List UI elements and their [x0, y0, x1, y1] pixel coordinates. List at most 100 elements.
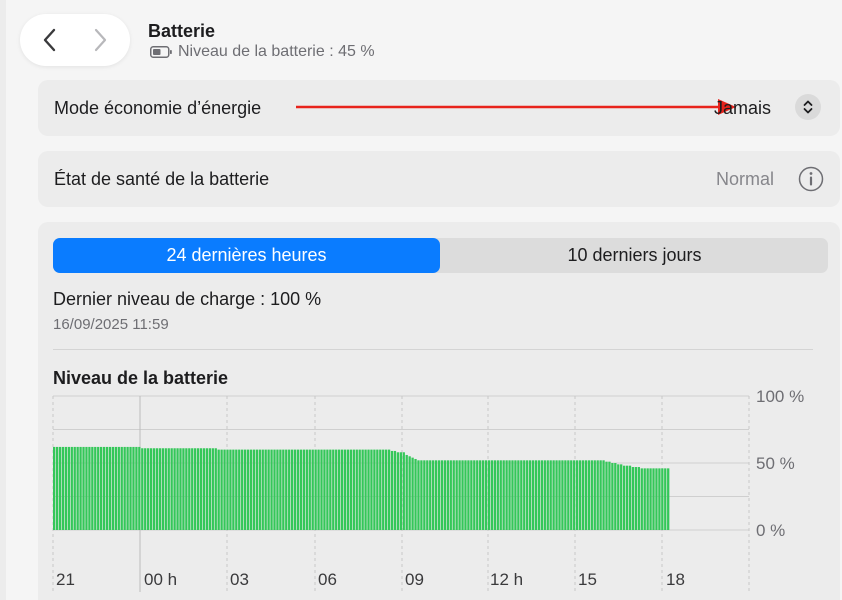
chart-bar	[279, 449, 282, 530]
chart-bar	[249, 449, 253, 530]
chart-bar	[379, 449, 382, 530]
chart-bar	[461, 460, 464, 530]
chart-bar	[570, 460, 573, 530]
chart-bar	[499, 460, 502, 530]
chart-bar	[408, 456, 411, 530]
x-tick-label: 00 h	[144, 570, 177, 589]
chart-bar	[467, 460, 470, 530]
chart-bar	[267, 449, 270, 530]
chart-bar	[285, 449, 288, 530]
chart-bar	[414, 458, 417, 530]
chart-bar	[211, 448, 214, 530]
chart-bar	[490, 460, 494, 530]
chart-bar	[238, 449, 241, 530]
chart-bar	[567, 460, 570, 530]
chart-bar	[329, 449, 332, 530]
chart-bar	[596, 460, 599, 530]
chart-bar	[338, 449, 341, 530]
chart-bar	[640, 468, 643, 530]
chart-bar	[182, 448, 185, 530]
chart-bar	[258, 449, 261, 530]
navigation-buttons	[20, 14, 130, 66]
page-title: Batterie	[148, 21, 216, 41]
x-tick-label: 21	[56, 570, 75, 589]
info-icon[interactable]	[798, 166, 824, 192]
chart-bar	[605, 461, 608, 530]
chart-bar	[555, 460, 558, 530]
chart-bar	[261, 449, 264, 530]
chart-bar	[502, 460, 505, 530]
chart-bar	[314, 449, 317, 530]
x-tick-label: 15	[578, 570, 597, 589]
chart-bar	[241, 449, 244, 530]
chart-bar	[387, 449, 391, 530]
chart-bar	[528, 460, 532, 530]
chart-bar	[270, 449, 273, 530]
chart-bar	[53, 446, 56, 530]
chart-bar	[464, 460, 467, 530]
chart-bar	[361, 449, 364, 530]
chart-bar	[296, 449, 300, 530]
chart-bar	[302, 449, 306, 530]
chart-bar	[549, 460, 552, 530]
chart-bar	[429, 460, 432, 530]
chart-bar	[220, 449, 223, 530]
chart-bar	[67, 446, 70, 530]
chart-bar	[179, 448, 182, 530]
chart-bar	[243, 449, 247, 530]
chart-bar	[105, 446, 109, 530]
chart-bar	[176, 448, 179, 530]
chart-bar	[61, 446, 65, 530]
chart-bar	[161, 448, 164, 530]
chart-bar	[449, 460, 452, 530]
chart-bar	[199, 448, 203, 530]
chart-bar	[317, 449, 320, 530]
chart-bar	[135, 446, 138, 530]
chart-bar	[622, 465, 626, 530]
chart-bar	[76, 446, 79, 530]
annotation-arrow	[296, 99, 736, 115]
y-tick-label: 50 %	[756, 454, 795, 473]
chart-bar	[382, 449, 385, 530]
chart-bar	[352, 449, 355, 530]
chart-bar	[526, 460, 529, 530]
chart-bar	[173, 448, 176, 530]
chart-bar	[614, 463, 617, 530]
chart-bar	[643, 468, 646, 530]
battery-level-text: Niveau de la batterie : 45 %	[178, 43, 375, 60]
chart-bar	[308, 449, 311, 530]
chart-bar	[625, 465, 629, 530]
chart-bar	[264, 449, 267, 530]
chart-bar	[79, 446, 82, 530]
chart-bar	[479, 460, 482, 530]
low-power-mode-value[interactable]: Jamais	[714, 98, 771, 119]
chart-bar	[164, 448, 167, 530]
forward-button[interactable]	[84, 24, 116, 56]
chart-bar	[578, 460, 582, 530]
low-power-mode-popup-button[interactable]	[795, 94, 821, 120]
chart-bar	[649, 468, 652, 530]
chart-bar	[226, 449, 229, 530]
chart-bar	[514, 460, 517, 530]
chart-bar	[561, 460, 564, 530]
chart-bar	[523, 460, 526, 530]
battery-history-card: 24 dernières heures 10 derniers jours De…	[38, 222, 840, 600]
chart-bar	[364, 449, 367, 530]
chart-bar	[299, 449, 303, 530]
chart-bar	[590, 460, 593, 530]
chart-bar	[658, 468, 661, 530]
chart-bar	[402, 452, 405, 530]
chart-bar	[505, 460, 508, 530]
chart-bar	[358, 449, 361, 530]
chart-bar	[120, 446, 123, 530]
chart-bar	[340, 449, 344, 530]
chart-bar	[652, 468, 655, 530]
chart-bar	[70, 446, 73, 530]
chart-bar	[188, 448, 191, 530]
chart-bar	[434, 460, 438, 530]
chart-bar	[155, 448, 159, 530]
chart-bar	[517, 460, 520, 530]
chart-bar	[655, 468, 658, 530]
back-button[interactable]	[34, 24, 66, 56]
chart-bar	[481, 460, 485, 530]
